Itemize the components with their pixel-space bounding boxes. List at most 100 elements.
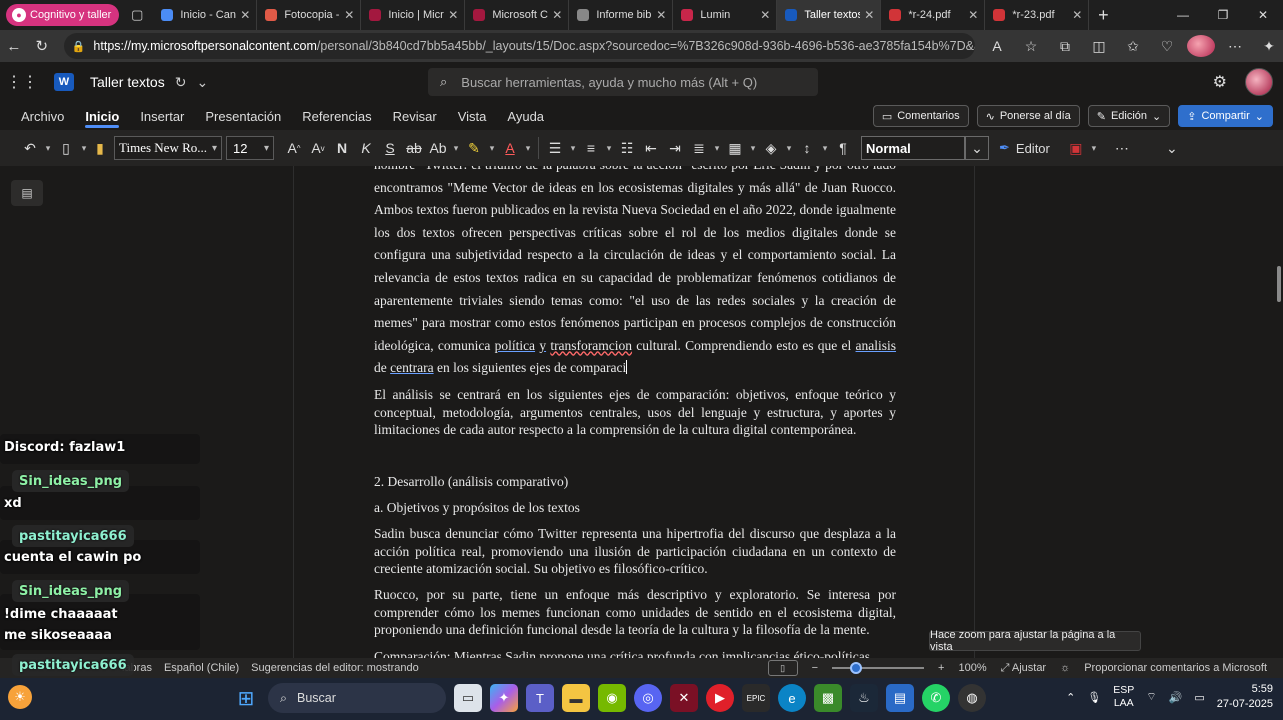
account-avatar[interactable] [1245,68,1273,96]
focus-view-icon[interactable]: ▯ [767,660,798,676]
section-heading[interactable]: 2. Desarrollo (análisis comparativo) [374,474,568,490]
format-painter-icon[interactable]: ▮ [90,134,110,162]
flagged-word[interactable]: analisis [856,338,897,353]
browser-tab[interactable]: *r-23.pdf ✕ [985,0,1090,30]
sync-status-icon[interactable]: ↻ [175,74,187,91]
task-view-icon[interactable]: ▭ [454,684,482,712]
chevron-down-icon[interactable]: ▾ [819,134,831,162]
zoom-slider[interactable] [832,662,925,674]
steam-icon[interactable]: ♨ [850,684,878,712]
search-input[interactable]: ⌕ Buscar herramientas, ayuda y mucho más… [428,68,818,96]
subscript-icon[interactable]: Ab [426,134,450,162]
undo-chevron-icon[interactable]: ▾ [42,134,54,162]
split-screen-icon[interactable]: ◫ [1085,38,1113,55]
favorite-star-icon[interactable]: ☆ [1017,38,1045,55]
browser-tab[interactable]: Inicio | Micr ✕ [361,0,466,30]
browser-avatar[interactable] [1187,35,1215,57]
teams-icon[interactable]: T [526,684,554,712]
chevron-down-icon[interactable]: ▾ [486,134,498,162]
edge-icon[interactable]: e [778,684,806,712]
browser-tab[interactable]: *r-24.pdf ✕ [881,0,986,30]
chevron-down-icon[interactable]: ▾ [1088,134,1100,162]
catch-up-button[interactable]: ∿ Ponerse al día [976,105,1080,127]
multilevel-list-icon[interactable]: ☷ [615,134,639,162]
tab-ayuda[interactable]: Ayuda [507,102,544,130]
shrink-font-icon[interactable]: Av [306,134,330,162]
favorites-icon[interactable]: ✩ [1119,38,1147,55]
browser-tab[interactable]: Taller textos ✕ [777,0,882,30]
highlight-icon[interactable]: ✎ [462,134,486,162]
shading-icon[interactable]: ◈ [759,134,783,162]
chevron-down-icon[interactable]: ▾ [747,134,759,162]
new-tab-button[interactable]: + [1089,0,1117,30]
app-icon[interactable]: ✕ [670,684,698,712]
collections-icon[interactable]: ♡ [1153,38,1181,55]
url-field[interactable]: 🔒 https://my.microsoftpersonalcontent.co… [63,33,975,59]
misspelled-word[interactable]: transforamcion [550,338,632,353]
taskbar-search[interactable]: ⌕ Buscar [268,683,446,713]
share-button[interactable]: ⇪ Compartir ⌄ [1178,105,1273,127]
more-options-icon[interactable]: ⋯ [1110,134,1134,162]
borders-icon[interactable]: ▦ [723,134,747,162]
close-tab-icon[interactable]: ✕ [448,8,458,22]
chevron-down-icon[interactable]: ▾ [603,134,615,162]
zoom-in-icon[interactable]: + [938,662,944,674]
paragraph-sadin[interactable]: Sadin busca denunciar cómo Twitter repre… [374,525,896,578]
close-tab-icon[interactable]: ✕ [1072,8,1082,22]
clock[interactable]: 5:59 27-07-2025 [1217,682,1273,712]
close-tab-icon[interactable]: ✕ [552,8,562,22]
tab-actions-icon[interactable]: ▢ [125,3,149,27]
chevron-down-icon[interactable]: ▾ [522,134,534,162]
read-aloud-icon[interactable]: A [983,38,1011,54]
media-player-icon[interactable]: ▶ [706,684,734,712]
start-icon[interactable]: ⊞ [232,684,260,712]
close-tab-icon[interactable]: ✕ [344,8,354,22]
line-spacing-icon[interactable]: ↕ [795,134,819,162]
more-options-icon[interactable]: ⋯ [1221,38,1249,55]
widgets-icon[interactable]: ☀ [8,685,32,709]
bold-icon[interactable]: N [330,134,354,162]
extensions-icon[interactable]: ⧉ [1051,38,1079,55]
title-chevron-down-icon[interactable]: ⌄ [196,74,208,91]
paragraph-intro[interactable]: hombre "Twitter: el triunfo de la palabr… [374,166,896,380]
tab-revisar[interactable]: Revisar [393,102,437,130]
navigation-pane-icon[interactable]: ▤ [11,180,43,206]
minimize-button[interactable]: — [1163,0,1203,30]
close-tab-icon[interactable]: ✕ [968,8,978,22]
chevron-down-icon[interactable]: ▾ [450,134,462,162]
nvidia-icon[interactable]: ◉ [598,684,626,712]
xbox-icon[interactable]: ▩ [814,684,842,712]
bullets-icon[interactable]: ☰ [543,134,567,162]
undo-icon[interactable]: ↶ [18,134,42,162]
gear-icon[interactable]: ⚙ [1213,72,1227,92]
chevron-down-icon[interactable]: ▾ [567,134,579,162]
italic-icon[interactable]: K [354,134,378,162]
styles-chevron-icon[interactable]: ⌄ [965,136,989,160]
close-tab-icon[interactable]: ✕ [656,8,666,22]
tab-insertar[interactable]: Insertar [140,102,184,130]
close-window-button[interactable]: ✕ [1243,0,1283,30]
document-page[interactable]: hombre "Twitter: el triunfo de la palabr… [293,166,975,658]
battery-icon[interactable]: ▭ [1194,691,1204,704]
flagged-word[interactable]: centrara [390,360,433,375]
volume-icon[interactable]: 🔊 [1169,691,1183,704]
copilot-icon[interactable]: ✦ [490,684,518,712]
language-indicator[interactable]: ESP LAA [1113,684,1134,710]
epic-games-icon[interactable]: EPIC [742,684,770,712]
vertical-scrollbar[interactable] [1277,266,1281,302]
zoom-level[interactable]: 100% [958,662,986,674]
feedback-icon[interactable]: ☼ [1060,662,1070,674]
close-tab-icon[interactable]: ✕ [240,8,250,22]
strikethrough-icon[interactable]: ab [402,134,426,162]
tab-presentación[interactable]: Presentación [205,102,281,130]
font-family-select[interactable]: Times New Ro... ▾ [114,136,222,160]
paste-icon[interactable]: ▯ [54,134,78,162]
browser-tab[interactable]: Microsoft C ✕ [465,0,570,30]
increase-indent-icon[interactable]: ⇥ [663,134,687,162]
app-launcher-icon[interactable]: ⋮⋮ [0,62,44,102]
chevron-down-icon[interactable]: ▾ [783,134,795,162]
tab-vista[interactable]: Vista [458,102,487,130]
paragraph-icon[interactable]: ¶ [831,134,855,162]
editor-button[interactable]: ✒ Editor [999,134,1050,162]
microphone-icon[interactable]: 🎙 [1087,691,1101,704]
